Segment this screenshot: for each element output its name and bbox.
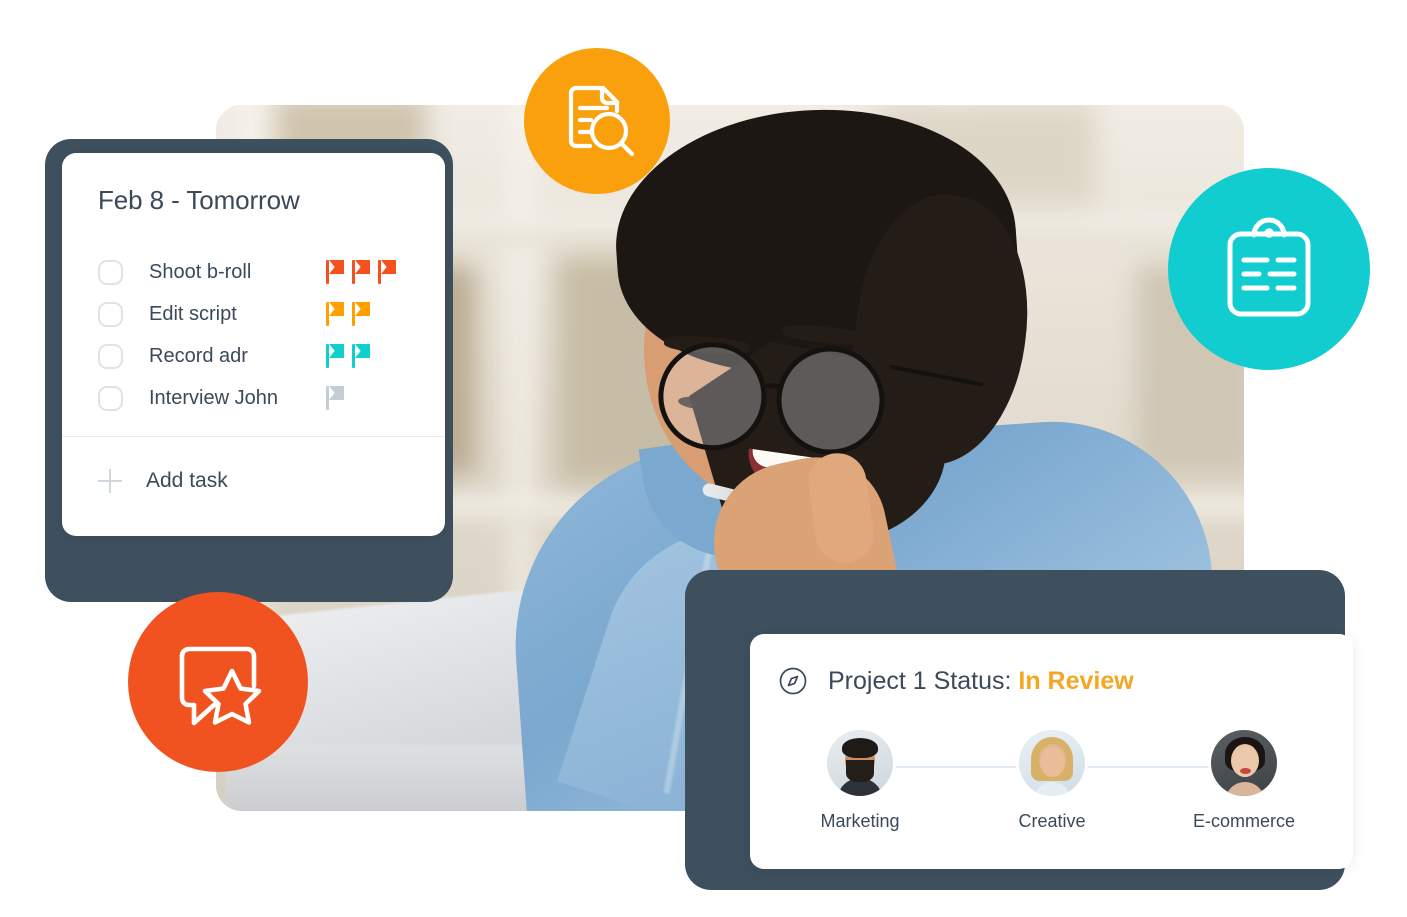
flag-icon: [352, 260, 370, 284]
flag-icon: [352, 344, 370, 368]
task-checkbox[interactable]: [98, 259, 123, 285]
status-prefix: Project 1 Status:: [828, 666, 1012, 695]
team-flow: Marketing Creative E-commerce: [790, 730, 1310, 845]
flag-icon: [352, 302, 370, 326]
task-label: Shoot b-roll: [149, 260, 252, 283]
task-checkbox[interactable]: [98, 385, 123, 411]
compass-icon: [778, 666, 808, 696]
plus-icon: [98, 469, 122, 493]
avatar: [827, 730, 893, 796]
add-task-label: Add task: [146, 469, 228, 492]
task-label: Record adr: [149, 344, 248, 367]
page-root: Feb 8 - Tomorrow Shoot b-roll Edit scrip…: [0, 0, 1407, 917]
task-row[interactable]: Shoot b-roll: [98, 251, 416, 293]
task-row[interactable]: Record adr: [98, 335, 416, 377]
team-member[interactable]: Creative: [992, 730, 1112, 832]
task-card-divider: [62, 436, 445, 437]
flag-icon: [378, 260, 396, 284]
document-search-icon: [568, 85, 635, 157]
clipboard-badge[interactable]: [1168, 168, 1370, 370]
task-list: Shoot b-roll Edit script Record adr Inte…: [98, 251, 416, 419]
task-label: Interview John: [149, 386, 278, 409]
flag-icon: [326, 344, 344, 368]
project-status-card: Project 1 Status: In Review Marketing Cr…: [750, 634, 1353, 869]
status-text: Project 1 Status: In Review: [828, 667, 1134, 696]
task-card-title: Feb 8 - Tomorrow: [98, 185, 300, 215]
task-row[interactable]: Interview John: [98, 377, 416, 419]
add-task-button[interactable]: Add task: [98, 469, 228, 493]
team-member[interactable]: E-commerce: [1184, 730, 1304, 832]
chat-star-icon: [179, 646, 262, 726]
task-card: Feb 8 - Tomorrow Shoot b-roll Edit scrip…: [62, 153, 445, 536]
clipboard-icon: [1227, 217, 1311, 317]
avatar: [1211, 730, 1277, 796]
status-header: Project 1 Status: In Review: [778, 666, 1134, 696]
task-checkbox[interactable]: [98, 343, 123, 369]
chat-star-badge[interactable]: [128, 592, 308, 772]
document-search-badge[interactable]: [524, 48, 670, 194]
priority-flags: [326, 260, 396, 284]
flag-icon: [326, 386, 344, 410]
team-member[interactable]: Marketing: [800, 730, 920, 832]
team-member-name: Creative: [1018, 811, 1086, 831]
team-member-name: Marketing: [820, 811, 900, 831]
priority-flags: [326, 344, 370, 368]
task-label: Edit script: [149, 302, 237, 325]
team-member-name: E-commerce: [1192, 811, 1295, 831]
priority-flags: [326, 302, 370, 326]
task-checkbox[interactable]: [98, 301, 123, 327]
status-badge: In Review: [1018, 666, 1134, 695]
flag-icon: [326, 260, 344, 284]
flag-icon: [326, 302, 344, 326]
task-row[interactable]: Edit script: [98, 293, 416, 335]
avatar: [1019, 730, 1085, 796]
priority-flags: [326, 386, 344, 410]
